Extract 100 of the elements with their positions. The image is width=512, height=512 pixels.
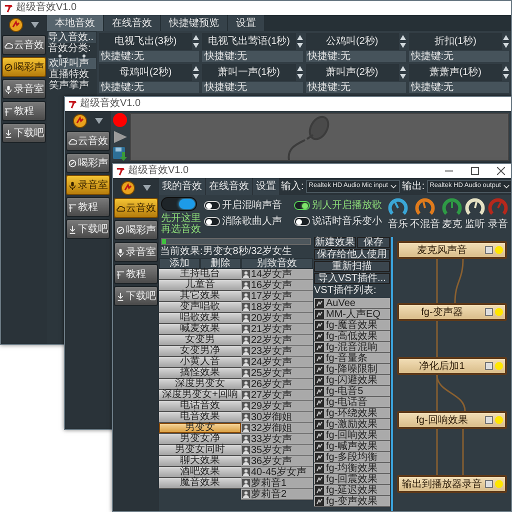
effect-category-item[interactable]: 女变男 [159, 335, 241, 346]
import-button[interactable]: 导入音效.. [48, 32, 96, 43]
plugin-item[interactable]: fg-回响效果 [314, 430, 390, 441]
voice-item[interactable]: 16岁女声 [241, 280, 313, 291]
node-settings-icon[interactable] [485, 308, 493, 316]
list-header-button[interactable]: 删除 [200, 258, 241, 269]
tab[interactable]: 我的音效 [159, 178, 205, 195]
down-arrow-icon[interactable] [296, 43, 302, 48]
voice-item[interactable]: 27岁女声 [241, 390, 313, 401]
caret-icon[interactable] [95, 118, 103, 124]
effect-category-item[interactable]: 女变男净 [159, 346, 241, 357]
plugin-item[interactable]: fg-喊声效果 [314, 441, 390, 452]
sidebar-item[interactable]: 下载吧 [114, 286, 158, 306]
up-arrow-icon[interactable] [400, 66, 406, 71]
caret-icon[interactable] [31, 22, 39, 28]
sidebar-item[interactable]: 录音室 [114, 242, 158, 262]
sidebar-item[interactable]: 录音室 [66, 175, 110, 195]
voice-item[interactable]: 14岁女声 [241, 269, 313, 280]
up-arrow-icon[interactable] [193, 34, 200, 40]
sound-button[interactable]: 萧萧声(1秒) [408, 64, 502, 81]
list-header-button[interactable]: 别致音效 [241, 258, 313, 269]
voice-item[interactable]: 36岁女声 [241, 456, 313, 467]
plugin-item[interactable]: fg-多段均衡 [314, 452, 390, 463]
plugin-item[interactable]: fg-混音混响 [314, 342, 390, 353]
effect-node[interactable]: fg-变声器 [397, 303, 507, 321]
toggle-switch[interactable] [204, 201, 220, 210]
sound-button[interactable]: 萧叫声(2秒) [306, 64, 399, 81]
voice-item[interactable]: 35岁女声 [241, 445, 313, 456]
effect-node[interactable]: 净化后加1 [397, 357, 507, 375]
list-header-button[interactable]: 添加 [159, 258, 200, 269]
plugin-item[interactable]: AuVee [314, 298, 390, 309]
save-icon[interactable] [113, 147, 127, 161]
effect-node[interactable]: 麦克风声音 [397, 241, 507, 259]
sidebar-item[interactable]: 喝彩声 [66, 153, 110, 173]
effect-category-item[interactable]: 电话音效 [159, 401, 241, 412]
tab[interactable]: 设置 [253, 178, 279, 195]
tab[interactable]: 在线音效 [104, 15, 161, 31]
effect-category-item[interactable]: 变声唱歌 [159, 302, 241, 313]
effect-category-item[interactable]: 深度男变女 [159, 379, 241, 390]
down-arrow-icon[interactable] [296, 74, 302, 80]
up-arrow-icon[interactable] [193, 66, 200, 71]
sidebar-item[interactable]: 教程 [2, 101, 46, 121]
play-icon[interactable] [113, 130, 127, 144]
effect-category-item[interactable]: 魔音效果 [159, 478, 241, 489]
effect-category-item[interactable]: 喊麦效果 [159, 324, 241, 335]
sidebar-item[interactable]: 教程 [66, 197, 110, 217]
plugin-item[interactable]: fg-均衡效果 [314, 463, 390, 474]
action-button[interactable]: 新建效果 [314, 237, 356, 248]
down-arrow-icon[interactable] [193, 43, 200, 48]
sound-button[interactable]: 电视飞出莺语(1秒) [202, 33, 296, 50]
voice-item[interactable]: 32岁御姐 [241, 423, 313, 434]
category-item[interactable]: 笑声掌声 [48, 80, 96, 91]
sidebar-item[interactable]: 下载吧 [66, 219, 110, 239]
power-switch[interactable] [161, 197, 197, 211]
plugin-item[interactable]: fg-音量条 [314, 353, 390, 364]
tab[interactable]: 在线音效 [206, 178, 252, 195]
action-button[interactable]: 保存 [357, 237, 390, 248]
effect-category-item[interactable]: 男变女同时 [159, 445, 241, 456]
voice-item[interactable]: 40-45岁女声 [241, 467, 313, 478]
effect-category-item[interactable]: 聊天效果 [159, 456, 241, 467]
plugin-item[interactable]: fg-回震效果 [314, 474, 390, 485]
caret-icon[interactable] [143, 185, 151, 191]
up-arrow-icon[interactable] [503, 34, 509, 40]
voice-item[interactable]: 20岁女声 [241, 313, 313, 324]
effect-category-item[interactable]: 男变女 [159, 423, 241, 434]
sound-button[interactable]: 母鸡叫(2秒) [99, 64, 192, 81]
plugin-item[interactable]: fg-魔音效果 [314, 320, 390, 331]
plugin-item[interactable]: fg-电话音 [314, 397, 390, 408]
action-button[interactable]: 保存给他人使用 [314, 249, 390, 260]
up-arrow-icon[interactable] [296, 34, 302, 40]
effect-category-item[interactable]: 深度男变女+回响 [159, 390, 241, 401]
effect-node[interactable]: fg-回响效果 [397, 411, 507, 429]
voice-item[interactable]: 萝莉音1 [241, 478, 313, 489]
plugin-item[interactable]: MM-人声EQ [314, 309, 390, 320]
voice-item[interactable]: 24岁女声 [241, 357, 313, 368]
plugin-item[interactable]: fg-降噪限制 [314, 364, 390, 375]
sidebar-item[interactable]: 下载吧 [2, 123, 46, 143]
sound-button[interactable]: 公鸡叫(2秒) [306, 33, 399, 50]
action-button[interactable]: 导入VST插件... [314, 273, 390, 284]
category-item[interactable]: 欢呼叫声 [48, 58, 96, 69]
voice-item[interactable]: 33岁女声 [241, 434, 313, 445]
effect-category-item[interactable]: 儿童音 [159, 280, 241, 291]
tab[interactable]: 快捷键预览 [161, 15, 228, 31]
plugin-item[interactable]: fg-激励效果 [314, 419, 390, 430]
voice-item[interactable]: 17岁女声 [241, 291, 313, 302]
voice-item[interactable]: 29岁女声 [241, 401, 313, 412]
sound-button[interactable]: 萧叫一声(1秒) [202, 64, 296, 81]
plugin-item[interactable]: fg-电音5 [314, 386, 390, 397]
effect-category-item[interactable]: 唱歌效果 [159, 313, 241, 324]
category-item[interactable]: 直播特效 [48, 69, 96, 80]
effect-category-item[interactable]: 男变女净 [159, 434, 241, 445]
effect-category-item[interactable]: 电音效果 [159, 412, 241, 423]
voice-item[interactable]: 18岁女声 [241, 302, 313, 313]
node-settings-icon[interactable] [485, 362, 493, 370]
sidebar-item[interactable]: 录音室 [2, 79, 46, 99]
dot-icon[interactable] [58, 54, 62, 58]
sidebar-item[interactable]: 云音效 [2, 35, 46, 55]
node-settings-icon[interactable] [485, 480, 493, 488]
effect-category-item[interactable]: 酒吧效果 [159, 467, 241, 478]
down-arrow-icon[interactable] [503, 43, 509, 48]
